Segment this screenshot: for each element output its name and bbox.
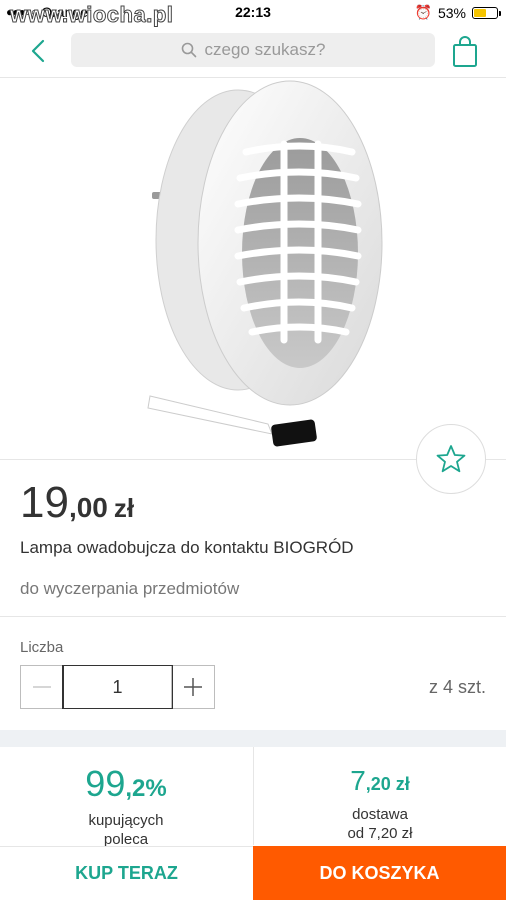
price-integer: 19	[20, 478, 69, 527]
minus-icon	[33, 686, 51, 688]
divider	[0, 616, 506, 617]
price-currency: zł	[113, 493, 135, 523]
section-separator	[0, 730, 506, 747]
favorite-button[interactable]	[416, 424, 486, 494]
nav-bar: czego szukasz?	[0, 26, 506, 78]
rating-integer: 99	[85, 763, 126, 804]
chevron-left-icon	[31, 39, 45, 63]
stock-count: z 4 szt.	[428, 677, 486, 697]
shipping-label: dostawa	[352, 806, 408, 823]
star-icon	[436, 445, 466, 473]
search-input[interactable]: czego szukasz?	[71, 33, 435, 67]
decrement-button[interactable]	[21, 666, 63, 708]
cart-button[interactable]	[452, 36, 478, 68]
alarm-icon: ⏰	[414, 4, 432, 20]
status-bar-right: ⏰ 53%	[414, 4, 501, 21]
quantity-stepper	[20, 665, 215, 709]
quantity-label: Liczba	[20, 639, 64, 656]
increment-button[interactable]	[172, 666, 214, 708]
status-bar: ●●●○○ Orange 22:13 ⏰ 53% www.wiocha.pl	[0, 0, 506, 28]
shipping-integer: 7	[350, 765, 366, 796]
rating-label: kupujących	[88, 812, 164, 829]
quantity-input[interactable]	[62, 665, 173, 709]
product-image[interactable]	[0, 78, 506, 460]
shipping-decimal: ,20 zł	[365, 774, 410, 794]
add-to-cart-button[interactable]: DO KOSZYKA	[253, 846, 506, 900]
back-button[interactable]	[24, 36, 54, 66]
product-photo	[147, 80, 383, 447]
shopping-bag-icon	[453, 36, 477, 67]
price-decimal: ,00	[68, 492, 108, 523]
availability-text: do wyczerpania przedmiotów	[20, 579, 240, 598]
shipping-from: od 7,20 zł	[347, 825, 413, 842]
watermark: www.wiocha.pl	[9, 2, 174, 28]
shipping-panel[interactable]: 7,20 zł dostawa od 7,20 zł	[253, 747, 506, 845]
rating-decimal: ,2%	[125, 775, 167, 802]
buy-now-button[interactable]: KUP TERAZ	[0, 846, 253, 900]
battery-icon	[472, 6, 501, 19]
product-price: 19,00 zł	[20, 478, 134, 528]
search-icon	[181, 42, 196, 58]
seller-rating-panel[interactable]: 99,2% kupujących poleca	[0, 747, 252, 848]
search-placeholder: czego szukasz?	[204, 40, 326, 59]
battery-percent: 53%	[437, 4, 466, 21]
plus-icon	[184, 678, 202, 696]
product-title: Lampa owadobujcza do kontaktu BIOGRÓD	[20, 538, 354, 557]
